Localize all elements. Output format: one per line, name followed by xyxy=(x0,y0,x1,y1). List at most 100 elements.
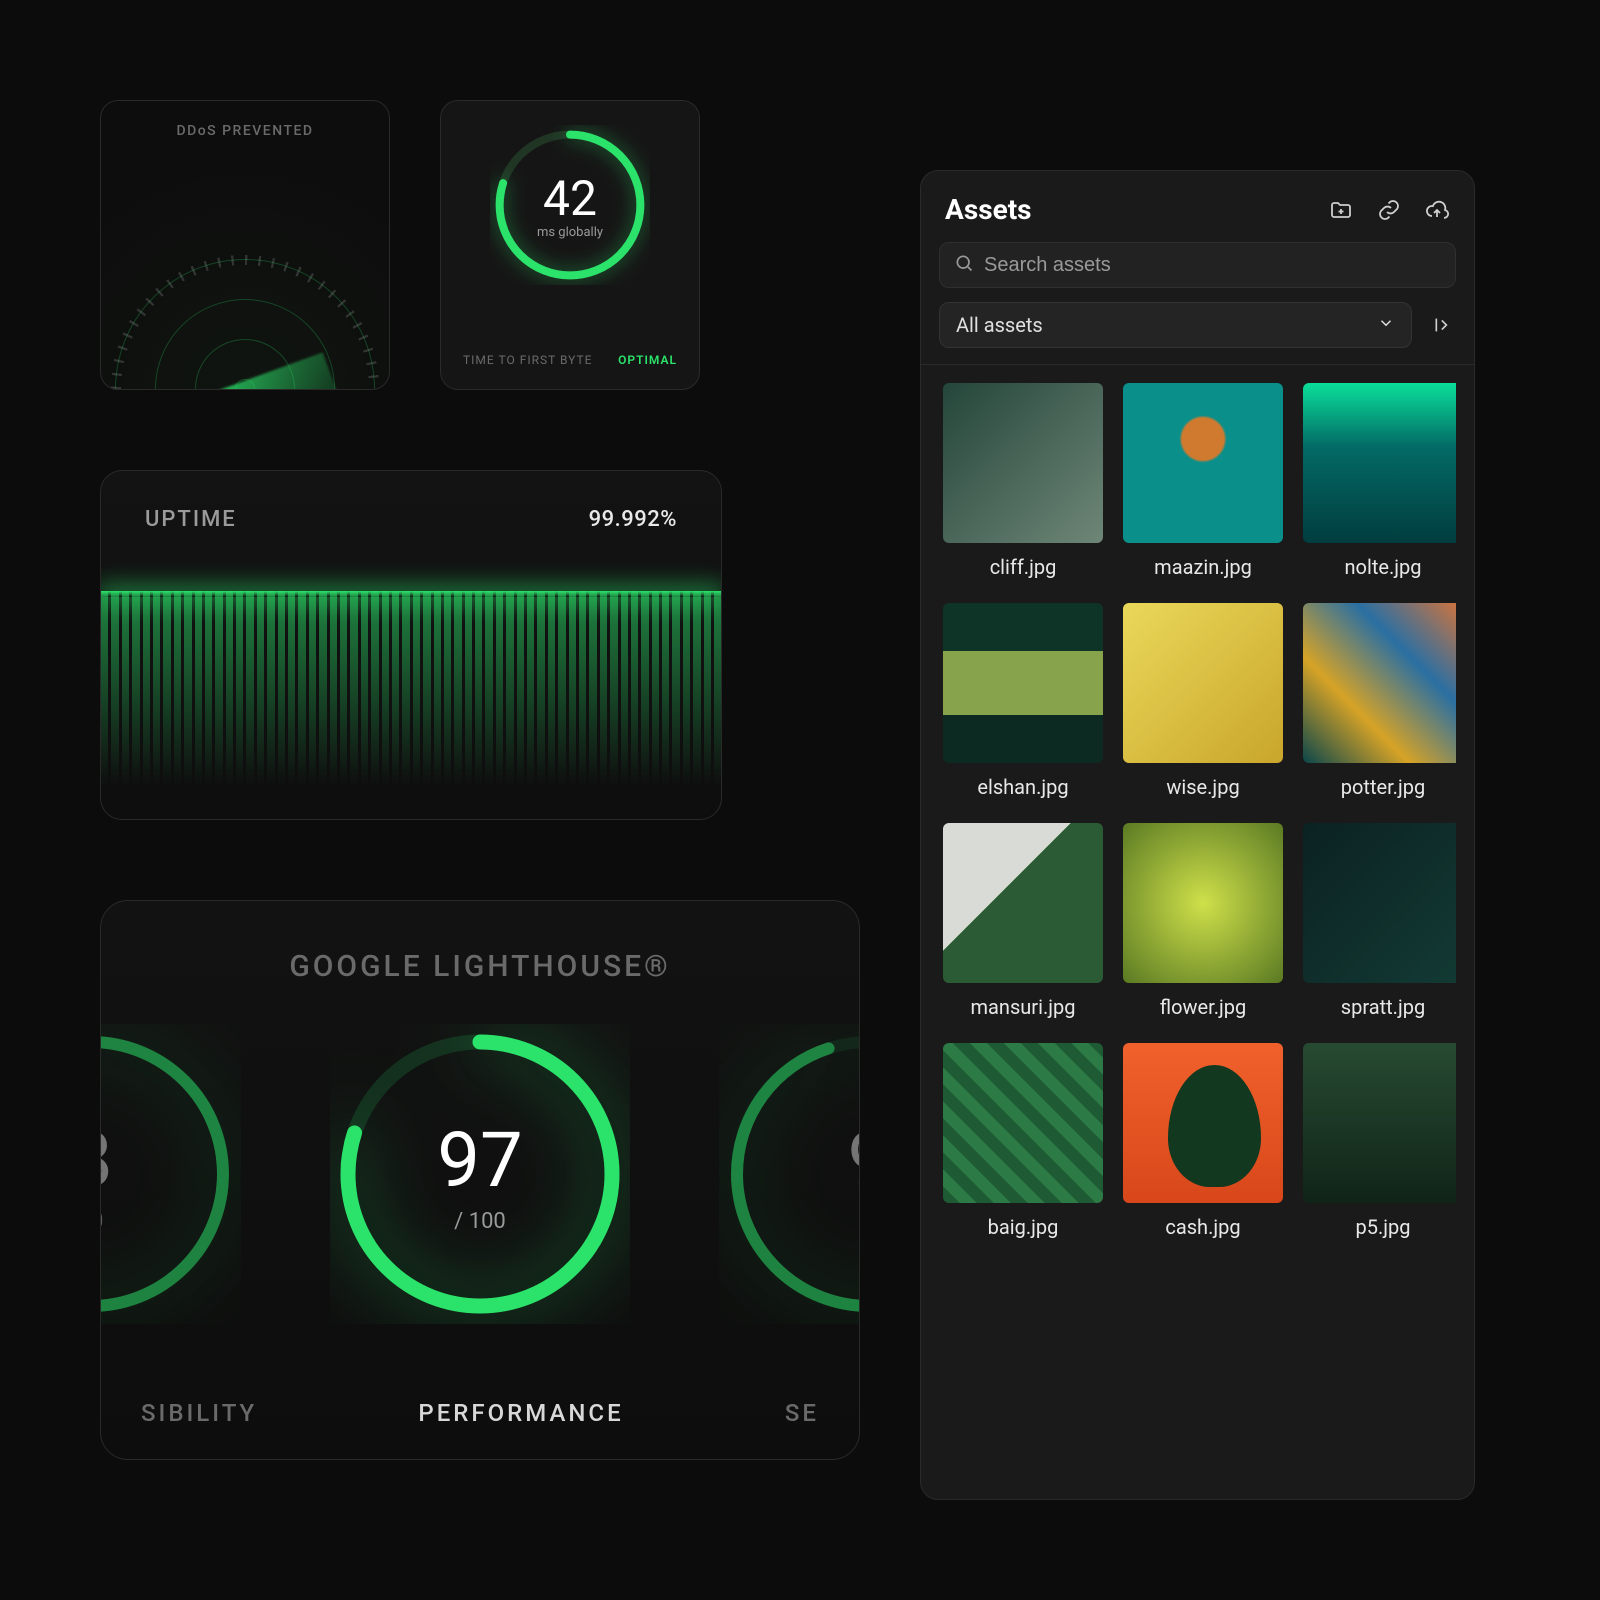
uptime-bar xyxy=(205,591,212,819)
lighthouse-center-label: PERFORMANCE xyxy=(418,1399,623,1427)
uptime-bar xyxy=(465,591,472,819)
asset-thumbnail xyxy=(1303,1043,1456,1203)
lighthouse-metric-left: 8 00 xyxy=(100,1024,241,1324)
asset-item[interactable]: cash.jpg xyxy=(1123,1043,1283,1239)
assets-search[interactable] xyxy=(939,242,1456,288)
uptime-card: UPTIME 99.992% xyxy=(100,470,722,820)
uptime-bar xyxy=(672,591,679,819)
uptime-bar xyxy=(600,591,607,819)
ttfb-gauge: 42 ms globally xyxy=(490,125,650,285)
uptime-bar xyxy=(423,591,430,819)
uptime-bar xyxy=(267,591,274,819)
uptime-bar xyxy=(122,591,129,819)
asset-item[interactable]: mansuri.jpg xyxy=(943,823,1103,1019)
asset-item[interactable]: wise.jpg xyxy=(1123,603,1283,799)
assets-panel: Assets All assets xyxy=(920,170,1475,1500)
asset-item[interactable]: maazin.jpg xyxy=(1123,383,1283,579)
asset-thumbnail xyxy=(943,1043,1103,1203)
lighthouse-left-of: 00 xyxy=(100,1209,103,1234)
lighthouse-right-score: 9 xyxy=(848,1115,860,1205)
asset-item[interactable]: nolte.jpg xyxy=(1303,383,1456,579)
uptime-value: 99.992% xyxy=(589,507,677,532)
asset-filename: flower.jpg xyxy=(1160,995,1247,1019)
lighthouse-left-label: SIBILITY xyxy=(141,1399,257,1427)
asset-item[interactable]: potter.jpg xyxy=(1303,603,1456,799)
uptime-bar xyxy=(693,591,700,819)
assets-search-input[interactable] xyxy=(984,254,1441,277)
asset-item[interactable]: p5.jpg xyxy=(1303,1043,1456,1239)
asset-filename: mansuri.jpg xyxy=(971,995,1076,1019)
uptime-bar xyxy=(485,591,492,819)
uptime-bar xyxy=(309,591,316,819)
uptime-bar xyxy=(475,591,482,819)
assets-grid: cliff.jpg maazin.jpg nolte.jpg elshan.jpg wi… xyxy=(939,383,1456,1243)
uptime-bar xyxy=(517,591,524,819)
asset-item[interactable]: flower.jpg xyxy=(1123,823,1283,1019)
asset-thumbnail xyxy=(1123,823,1283,983)
uptime-bar xyxy=(330,591,337,819)
asset-filename: baig.jpg xyxy=(988,1215,1059,1239)
ttfb-label: TIME TO FIRST BYTE xyxy=(463,353,592,367)
uptime-bar xyxy=(278,591,285,819)
ttfb-card: 42 ms globally TIME TO FIRST BYTE OPTIMA… xyxy=(440,100,700,390)
uptime-bar xyxy=(298,591,305,819)
asset-thumbnail xyxy=(1303,603,1456,763)
ttfb-status: OPTIMAL xyxy=(618,353,677,367)
uptime-bar xyxy=(111,591,118,819)
uptime-bar xyxy=(184,591,191,819)
lighthouse-title: GOOGLE LIGHTHOUSE® xyxy=(101,901,859,984)
asset-filename: cliff.jpg xyxy=(990,555,1057,579)
uptime-bar xyxy=(496,591,503,819)
radar-visual xyxy=(115,259,375,390)
folder-plus-icon[interactable] xyxy=(1328,197,1354,223)
uptime-bar xyxy=(444,591,451,819)
uptime-label: UPTIME xyxy=(145,507,237,532)
uptime-bar xyxy=(454,591,461,819)
asset-item[interactable]: cliff.jpg xyxy=(943,383,1103,579)
uptime-bar xyxy=(714,591,721,819)
uptime-bar xyxy=(257,591,264,819)
cloud-upload-icon[interactable] xyxy=(1424,197,1450,223)
uptime-bar xyxy=(132,591,139,819)
uptime-bar xyxy=(143,591,150,819)
uptime-bar xyxy=(371,591,378,819)
assets-title: Assets xyxy=(945,193,1032,226)
uptime-bar xyxy=(683,591,690,819)
asset-filename: wise.jpg xyxy=(1166,775,1239,799)
lighthouse-metric-center: 97 / 100 xyxy=(330,1024,630,1324)
uptime-bar xyxy=(174,591,181,819)
uptime-bar xyxy=(558,591,565,819)
asset-item[interactable]: spratt.jpg xyxy=(1303,823,1456,1019)
uptime-bar xyxy=(569,591,576,819)
uptime-bar xyxy=(579,591,586,819)
assets-filter-select[interactable]: All assets xyxy=(939,302,1412,348)
assets-filter-label: All assets xyxy=(956,313,1043,337)
uptime-bar xyxy=(413,591,420,819)
sort-icon[interactable] xyxy=(1424,306,1456,344)
asset-filename: maazin.jpg xyxy=(1154,555,1252,579)
uptime-bar xyxy=(548,591,555,819)
uptime-bar xyxy=(236,591,243,819)
lighthouse-card: GOOGLE LIGHTHOUSE® 8 00 xyxy=(100,900,860,1460)
asset-filename: spratt.jpg xyxy=(1341,995,1425,1019)
uptime-bar xyxy=(589,591,596,819)
ddos-prevented-card: DDoS PREVENTED xyxy=(100,100,390,390)
uptime-bar xyxy=(621,591,628,819)
uptime-bar xyxy=(288,591,295,819)
uptime-bar xyxy=(361,591,368,819)
uptime-bar xyxy=(641,591,648,819)
uptime-bars xyxy=(101,591,721,819)
uptime-bar xyxy=(662,591,669,819)
lighthouse-left-score: 8 xyxy=(100,1115,112,1205)
asset-item[interactable]: elshan.jpg xyxy=(943,603,1103,799)
lighthouse-right-label: SE xyxy=(785,1399,819,1427)
asset-item[interactable]: baig.jpg xyxy=(943,1043,1103,1239)
uptime-bar xyxy=(527,591,534,819)
asset-thumbnail xyxy=(1123,603,1283,763)
uptime-bar xyxy=(319,591,326,819)
link-icon[interactable] xyxy=(1376,197,1402,223)
uptime-bar xyxy=(195,591,202,819)
uptime-bar xyxy=(101,591,108,819)
uptime-bar xyxy=(402,591,409,819)
asset-filename: elshan.jpg xyxy=(977,775,1068,799)
